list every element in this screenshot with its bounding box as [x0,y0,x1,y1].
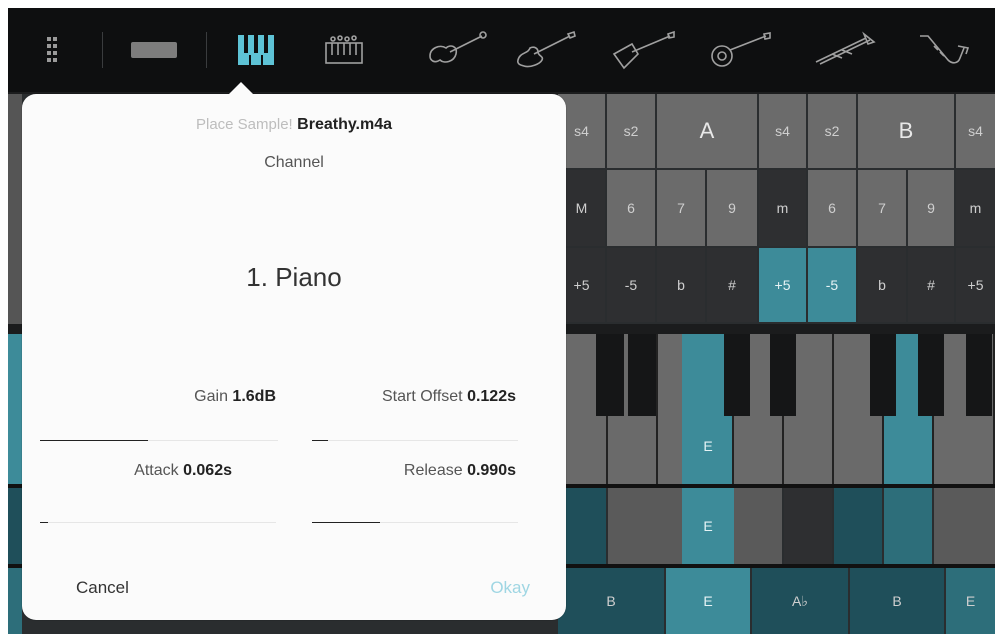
bottom-pad-b[interactable]: B [850,568,944,634]
pad-dim[interactable]: -5 [607,248,655,322]
pad-cell[interactable] [608,488,658,564]
drag-handle-icon[interactable] [24,8,80,92]
start-offset-slider-track [328,440,518,441]
piano-black-key[interactable] [918,334,944,416]
pad-root-a[interactable]: A [657,94,757,168]
start-offset-slider[interactable] [312,440,328,441]
pad-s4[interactable]: s4 [956,94,995,168]
attack-value: 0.062s [183,462,232,479]
pad-9[interactable]: 9 [908,170,954,246]
release-slider[interactable] [312,522,380,523]
pad-7[interactable]: 7 [858,170,906,246]
pad-s2[interactable]: s2 [808,94,856,168]
gain-slider[interactable] [40,440,148,441]
pad-cell[interactable] [734,488,782,564]
gain-value: 1.6dB [232,388,276,405]
left-strip [8,94,22,324]
channel-picker[interactable]: 1. Piano [22,262,566,293]
pad-7[interactable]: 7 [657,170,705,246]
piano-black-key[interactable] [596,334,624,416]
sample-settings-popover: Place Sample! Breathy.m4a Channel 1. Pia… [22,82,566,620]
pad-aug[interactable]: +5 [956,248,995,322]
gain-readout: Gain 1.6dB [22,388,276,406]
pad-cell[interactable] [834,488,882,564]
start-offset-readout: Start Offset 0.122s [294,388,516,406]
bottom-pad-a-flat[interactable]: A♭ [752,568,848,634]
release-label: Release [403,462,463,479]
pad-e-active[interactable]: E [682,488,734,564]
bottom-pad-b[interactable]: B [558,568,664,634]
piano-key-label: E [703,438,713,454]
attack-slider[interactable] [40,522,48,523]
bottom-pad-e[interactable]: E [666,568,750,634]
toolbar-divider [206,32,207,68]
pad-aug-active[interactable]: +5 [759,248,806,322]
left-strip [8,568,22,634]
bottom-pad-e[interactable]: E [946,568,995,634]
attack-readout: Attack 0.062s [22,462,232,480]
cancel-button[interactable]: Cancel [76,578,129,598]
attack-label: Attack [134,462,179,479]
pad-cell[interactable] [934,488,995,564]
pad-cell[interactable] [784,488,832,564]
sample-prefix: Place Sample! [195,116,293,133]
pad-minor[interactable]: m [956,170,995,246]
electric-guitar-icon[interactable] [510,8,582,92]
attack-slider-track [48,522,276,523]
release-value: 0.990s [467,462,516,479]
pad-minor[interactable]: m [759,170,806,246]
trumpet-icon[interactable] [808,8,880,92]
instrument-toolbar [8,8,995,94]
pad-sharp[interactable]: # [707,248,757,322]
gain-slider-track [148,440,278,441]
flying-v-guitar-icon[interactable] [608,8,680,92]
pad-cell[interactable] [658,488,682,564]
start-offset-value: 0.122s [467,388,516,405]
okay-button[interactable]: Okay [442,578,530,598]
pad-flat[interactable]: b [858,248,906,322]
piano-black-key[interactable] [870,334,896,416]
pad-cell[interactable] [884,488,932,564]
banjo-icon[interactable] [704,8,776,92]
release-readout: Release 0.990s [294,462,516,480]
keyboard-bar-icon[interactable] [118,8,190,92]
start-offset-label: Start Offset [381,388,463,405]
piano-black-key[interactable] [628,334,656,416]
release-slider-track [380,522,518,523]
left-strip [8,334,22,484]
piano-keys-icon[interactable] [220,8,292,92]
pad-6[interactable]: 6 [607,170,655,246]
sample-file: Breathy.m4a [297,116,393,133]
pad-s2[interactable]: s2 [607,94,655,168]
pad-dim-active[interactable]: -5 [808,248,856,322]
gain-label: Gain [194,388,228,405]
left-strip [8,488,22,564]
violin-icon[interactable] [420,8,492,92]
pad-flat[interactable]: b [657,248,705,322]
chord-keys-icon[interactable] [308,8,380,92]
piano-black-key[interactable] [966,334,992,416]
pad-s4[interactable]: s4 [759,94,806,168]
toolbar-divider [102,32,103,68]
channel-label: Channel [264,154,324,171]
pad-root-b[interactable]: B [858,94,954,168]
sample-title: Place Sample! Breathy.m4a [22,116,566,134]
pad-9[interactable]: 9 [707,170,757,246]
popover-arrow [228,82,254,95]
piano-black-key[interactable] [770,334,796,416]
piano-black-key[interactable] [724,334,750,416]
pad-sharp[interactable]: # [908,248,954,322]
saxophone-icon[interactable] [908,8,980,92]
pad-6[interactable]: 6 [808,170,856,246]
app-window: s4 s2 A s4 s2 B s4 M 6 7 9 m 6 7 9 m +5 … [8,8,995,634]
